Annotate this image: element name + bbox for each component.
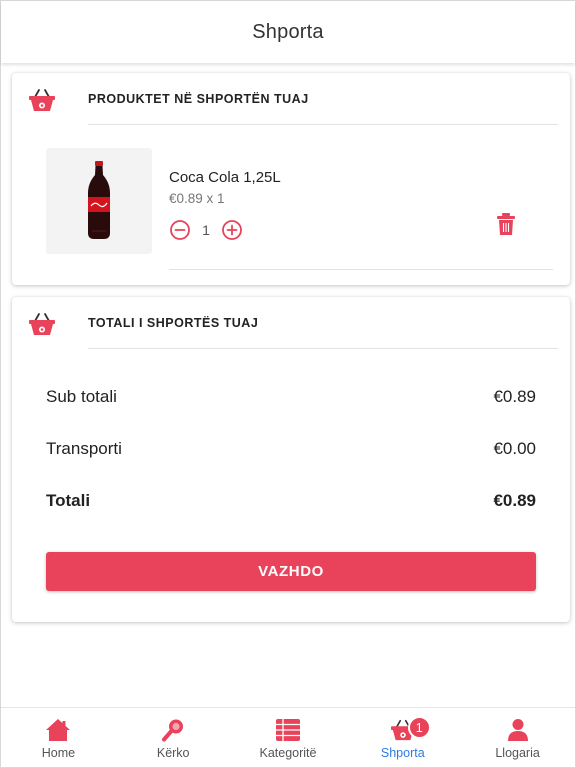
home-icon xyxy=(46,719,71,741)
cart-products-header: PRODUKTET NË SHPORTËN TUAJ xyxy=(12,73,570,125)
divider xyxy=(169,269,553,270)
tab-cart[interactable]: 1 Shporta xyxy=(345,708,460,767)
product-image[interactable] xyxy=(46,148,152,254)
subtotal-label: Sub totali xyxy=(46,387,117,406)
decrease-quantity-icon[interactable] xyxy=(169,219,191,241)
trash-icon[interactable] xyxy=(496,212,516,236)
increase-quantity-icon[interactable] xyxy=(221,219,243,241)
cart-products-card: PRODUKTET NË SHPORTËN TUAJ Coca Cola 1,2… xyxy=(12,73,570,285)
tab-account-label: Llogaria xyxy=(495,746,540,760)
cart-totals-card: TOTALI I SHPORTËS TUAJ Sub totali €0.89 … xyxy=(12,297,570,622)
tab-cart-label: Shporta xyxy=(380,746,425,760)
search-icon xyxy=(162,719,184,742)
tab-home[interactable]: Home xyxy=(1,708,116,767)
tab-categories[interactable]: Kategoritë xyxy=(231,708,346,767)
shipping-value: €0.00 xyxy=(493,439,536,458)
total-label: Totali xyxy=(46,491,91,510)
tab-home-label: Home xyxy=(41,746,76,760)
cola-bottle-icon xyxy=(88,161,110,239)
divider xyxy=(88,348,558,349)
subtotal-value: €0.89 xyxy=(493,387,536,406)
app-header: Shporta xyxy=(1,1,575,63)
basket-icon xyxy=(29,89,55,111)
bottom-tab-bar: Home Kërko Kategoritë 1 Shporta Llogaria xyxy=(1,707,575,767)
tab-search[interactable]: Kërko xyxy=(116,708,231,767)
basket-icon xyxy=(29,313,55,335)
cart-totals-header: TOTALI I SHPORTËS TUAJ xyxy=(12,297,570,349)
tab-search-label: Kërko xyxy=(156,746,190,760)
product-name[interactable]: Coca Cola 1,25L xyxy=(169,169,281,186)
total-value: €0.89 xyxy=(493,491,536,510)
total-row: Totali €0.89 xyxy=(46,489,536,513)
categories-icon xyxy=(275,719,300,741)
shipping-row: Transporti €0.00 xyxy=(46,437,536,461)
cart-count-badge: 1 xyxy=(407,716,431,739)
account-icon xyxy=(507,719,528,741)
product-price: €0.89 x 1 xyxy=(169,191,225,206)
cart-products-title: PRODUKTET NË SHPORTËN TUAJ xyxy=(88,92,309,106)
cart-totals-title: TOTALI I SHPORTËS TUAJ xyxy=(88,316,259,330)
tab-categories-label: Kategoritë xyxy=(259,746,317,760)
quantity-stepper: 1 xyxy=(169,219,243,241)
tab-account[interactable]: Llogaria xyxy=(460,708,575,767)
continue-button[interactable]: VAZHDO xyxy=(46,552,536,591)
quantity-value: 1 xyxy=(202,222,210,238)
subtotal-row: Sub totali €0.89 xyxy=(46,385,536,409)
page-title: Shporta xyxy=(252,20,324,43)
divider xyxy=(88,124,558,125)
shipping-label: Transporti xyxy=(46,439,122,458)
